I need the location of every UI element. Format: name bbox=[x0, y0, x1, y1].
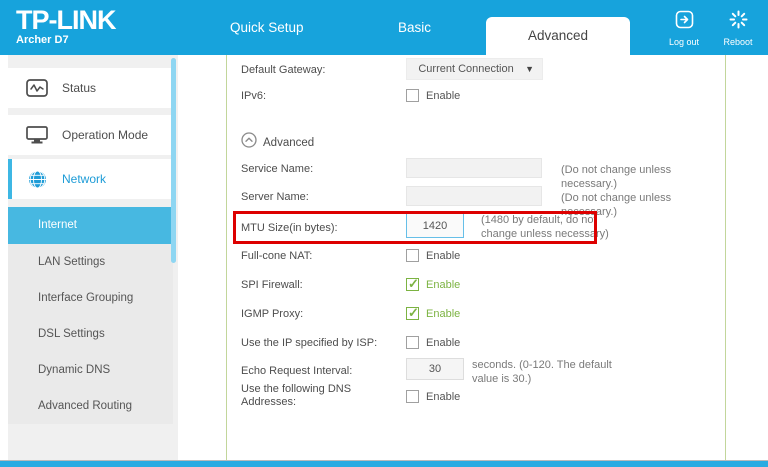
logout-label: Log out bbox=[658, 37, 710, 47]
submenu-item-lan-settings[interactable]: LAN Settings bbox=[8, 244, 173, 280]
brand-name: TP-LINK bbox=[16, 6, 115, 34]
service-name-note: (Do not change unless necessary.) bbox=[561, 163, 725, 191]
logout-icon bbox=[675, 16, 694, 33]
chevron-down-icon: ▼ bbox=[525, 64, 534, 74]
sidebar-item-status[interactable]: Status bbox=[8, 68, 173, 108]
checkbox-checked-icon bbox=[406, 307, 419, 320]
full-cone-nat-label: Full-cone NAT: bbox=[241, 250, 312, 262]
tab-quick-setup[interactable]: Quick Setup bbox=[230, 0, 304, 55]
brand-logo: TP-LINK Archer D7 bbox=[16, 6, 115, 46]
monitor-icon bbox=[26, 126, 48, 144]
service-name-label: Service Name: bbox=[241, 163, 313, 175]
dns-addresses-checkbox[interactable]: Enable bbox=[406, 390, 460, 403]
use-isp-ip-checkbox[interactable]: Enable bbox=[406, 336, 460, 349]
submenu-item-internet[interactable]: Internet bbox=[8, 207, 173, 244]
default-gateway-dropdown[interactable]: Current Connection ▼ bbox=[406, 58, 543, 80]
spi-firewall-checkbox[interactable]: Enable bbox=[406, 278, 460, 291]
tab-basic[interactable]: Basic bbox=[398, 0, 431, 55]
advanced-section-label: Advanced bbox=[263, 137, 314, 149]
submenu-item-dynamic-dns[interactable]: Dynamic DNS bbox=[8, 352, 173, 388]
igmp-proxy-checkbox[interactable]: Enable bbox=[406, 307, 460, 320]
checkbox-icon bbox=[406, 390, 419, 403]
dropdown-value: Current Connection bbox=[407, 63, 525, 75]
status-icon bbox=[26, 79, 48, 97]
reboot-button[interactable]: Reboot bbox=[712, 10, 764, 47]
checkbox-icon bbox=[406, 336, 419, 349]
sidebar: Status Operation Mode Network Internet L… bbox=[8, 55, 178, 460]
submenu-item-advanced-routing[interactable]: Advanced Routing bbox=[8, 388, 173, 424]
sidebar-item-label: Operation Mode bbox=[62, 128, 148, 142]
igmp-proxy-label: IGMP Proxy: bbox=[241, 308, 303, 320]
top-bar: TP-LINK Archer D7 Quick Setup Basic Adva… bbox=[0, 0, 768, 55]
mtu-input[interactable] bbox=[406, 213, 464, 238]
globe-icon bbox=[26, 170, 48, 189]
server-name-label: Server Name: bbox=[241, 191, 309, 203]
mtu-note: (1480 by default, do not change unless n… bbox=[481, 213, 609, 241]
logout-button[interactable]: Log out bbox=[658, 10, 710, 47]
checkbox-icon bbox=[406, 89, 419, 102]
spi-firewall-label: SPI Firewall: bbox=[241, 279, 303, 291]
reboot-label: Reboot bbox=[712, 37, 764, 47]
reboot-icon bbox=[729, 16, 748, 33]
sidebar-item-label: Status bbox=[62, 81, 96, 95]
echo-interval-input[interactable] bbox=[406, 358, 464, 380]
sidebar-item-network[interactable]: Network bbox=[8, 159, 173, 199]
service-name-input[interactable] bbox=[406, 158, 542, 178]
mtu-label: MTU Size(in bytes): bbox=[241, 222, 338, 234]
sidebar-item-label: Network bbox=[62, 172, 106, 186]
content-panel: Default Gateway: Current Connection ▼ IP… bbox=[226, 55, 726, 461]
sidebar-item-operation-mode[interactable]: Operation Mode bbox=[8, 115, 173, 155]
tab-advanced[interactable]: Advanced bbox=[486, 17, 630, 55]
ipv6-enable-checkbox[interactable]: Enable bbox=[406, 89, 460, 102]
submenu-item-interface-grouping[interactable]: Interface Grouping bbox=[8, 280, 173, 316]
server-name-input[interactable] bbox=[406, 186, 542, 206]
use-isp-ip-label: Use the IP specified by ISP: bbox=[241, 337, 377, 349]
bottom-bar bbox=[0, 460, 768, 467]
default-gateway-label: Default Gateway: bbox=[241, 64, 325, 76]
sidebar-scrollbar[interactable] bbox=[171, 58, 176, 263]
checkbox-checked-icon bbox=[406, 278, 419, 291]
echo-interval-label: Echo Request Interval: bbox=[241, 365, 352, 377]
chevron-up-circle-icon bbox=[241, 132, 257, 153]
advanced-section-toggle[interactable]: Advanced bbox=[241, 132, 314, 153]
ipv6-label: IPv6: bbox=[241, 90, 266, 102]
echo-interval-note: seconds. (0-120. The default value is 30… bbox=[472, 358, 612, 386]
dns-addresses-label: Use the following DNS Addresses: bbox=[241, 383, 351, 409]
full-cone-nat-checkbox[interactable]: Enable bbox=[406, 249, 460, 262]
submenu-item-dsl-settings[interactable]: DSL Settings bbox=[8, 316, 173, 352]
brand-model: Archer D7 bbox=[16, 34, 115, 46]
network-submenu: Internet LAN Settings Interface Grouping… bbox=[8, 207, 173, 424]
checkbox-icon bbox=[406, 249, 419, 262]
